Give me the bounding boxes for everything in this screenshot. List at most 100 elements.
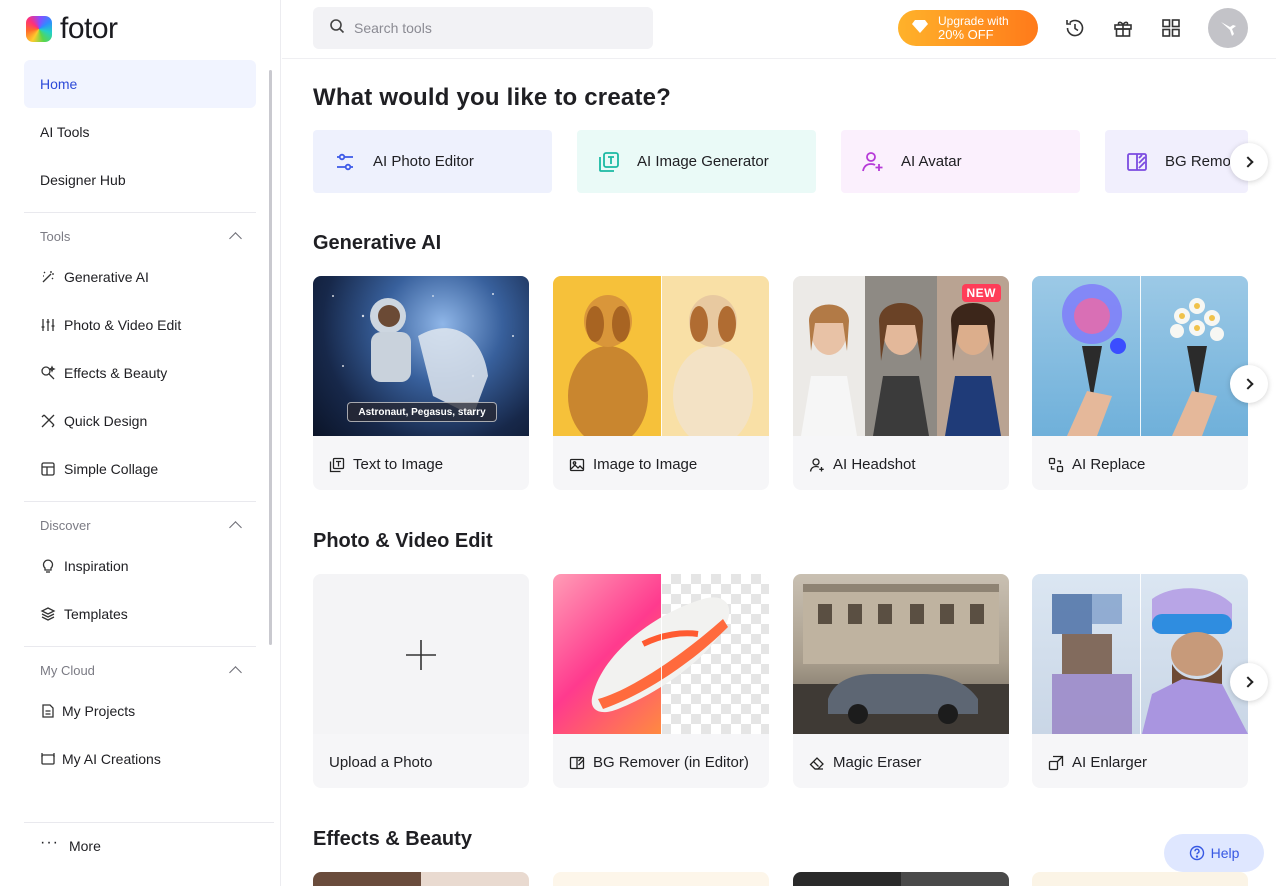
cloud-section-title: My Cloud — [40, 663, 95, 678]
diamond-icon — [912, 19, 928, 38]
generative-ai-next-button[interactable] — [1230, 365, 1268, 403]
card-label-text: BG Remover (in Editor) — [593, 754, 749, 771]
sparkle-icon — [40, 365, 56, 381]
sidebar-item-my-ai-creations[interactable]: My AI Creations — [40, 749, 161, 769]
chevron-up-icon[interactable] — [229, 521, 242, 534]
sidebar-item-label: Quick Design — [64, 413, 148, 429]
search-input[interactable] — [354, 20, 634, 36]
logo[interactable]: fotor — [26, 14, 118, 44]
chevron-up-icon[interactable] — [229, 666, 242, 679]
replace-icon — [1048, 457, 1064, 473]
card-label-text: Upload a Photo — [329, 754, 433, 771]
nav-home[interactable]: Home — [24, 60, 256, 108]
chevron-right-icon — [1241, 156, 1254, 168]
collage-icon — [40, 461, 56, 477]
section-title-photo-video-edit: Photo & Video Edit — [313, 530, 493, 552]
quick-ai-avatar[interactable]: AI Avatar — [841, 130, 1080, 193]
sidebar-item-templates[interactable]: Templates — [40, 604, 128, 624]
nav-ai-tools-label: AI Tools — [40, 124, 90, 140]
cloud-section-header[interactable]: My Cloud — [40, 663, 242, 679]
prompt-tag: Astronaut, Pegasus, starry — [347, 402, 497, 422]
card-label: AI Enlarger — [1048, 754, 1238, 771]
sidebar-item-label: Simple Collage — [64, 461, 159, 477]
card-preview[interactable] — [793, 872, 1009, 886]
sidebar-item-label: Effects & Beauty — [64, 365, 168, 381]
card-label-text: AI Headshot — [833, 456, 916, 473]
card-text-to-image[interactable]: Astronaut, Pegasus, starry Text to Image — [313, 276, 529, 490]
card-preview[interactable] — [1032, 872, 1248, 886]
sidebar-item-label: Photo & Video Edit — [64, 317, 182, 333]
card-preview[interactable] — [313, 872, 529, 886]
card-label: BG Remover (in Editor) — [569, 754, 759, 771]
quick-ai-image-generator[interactable]: AI Image Generator — [577, 130, 816, 193]
split-divider — [1140, 276, 1141, 436]
nav-designer-hub-label: Designer Hub — [40, 172, 126, 188]
new-badge: NEW — [961, 284, 1001, 302]
card-ai-headshot[interactable]: NEW AI Headshot — [793, 276, 1009, 490]
discover-section-header[interactable]: Discover — [40, 518, 242, 534]
page-title: What would you like to create? — [313, 84, 672, 111]
chevron-up-icon[interactable] — [229, 232, 242, 245]
search-bar[interactable] — [313, 7, 653, 49]
image-icon — [569, 457, 585, 473]
sidebar-item-quick-design[interactable]: Quick Design — [40, 411, 147, 431]
upgrade-button[interactable]: Upgrade with 20% OFF — [898, 10, 1038, 46]
sidebar-scrollbar[interactable] — [269, 70, 272, 645]
sidebar-item-label: My AI Creations — [62, 751, 161, 767]
apps-grid-icon[interactable] — [1160, 17, 1182, 39]
upgrade-line2: 20% OFF — [938, 27, 994, 42]
sidebar-item-photo-video-edit[interactable]: Photo & Video Edit — [40, 315, 181, 335]
photo-video-next-button[interactable] — [1230, 663, 1268, 701]
bg-remover-icon — [569, 755, 585, 771]
card-label-text: Text to Image — [353, 456, 444, 473]
card-label: AI Headshot — [809, 456, 999, 473]
vintage-car-image — [793, 574, 1009, 734]
card-label-text: AI Enlarger — [1072, 754, 1148, 771]
more-button[interactable]: ··· More — [40, 834, 101, 854]
help-label: Help — [1210, 845, 1240, 861]
discover-section-title: Discover — [40, 518, 91, 533]
nav-ai-tools[interactable]: AI Tools — [24, 108, 256, 156]
sidebar-item-simple-collage[interactable]: Simple Collage — [40, 459, 158, 479]
section-title-generative-ai: Generative AI — [313, 232, 442, 254]
sidebar-item-effects-beauty[interactable]: Effects & Beauty — [40, 363, 167, 383]
card-image-to-image[interactable]: Image to Image — [553, 276, 769, 490]
image-generator-icon — [597, 150, 621, 174]
card-magic-eraser[interactable]: Magic Eraser — [793, 574, 1009, 788]
sidebar-item-inspiration[interactable]: Inspiration — [40, 556, 129, 576]
card-label-text: Magic Eraser — [833, 754, 922, 771]
tools-section-title: Tools — [40, 229, 71, 244]
history-icon[interactable] — [1064, 17, 1086, 39]
upgrade-line1: Upgrade with — [938, 14, 1009, 28]
tools-section-header[interactable]: Tools — [40, 229, 242, 245]
bg-remover-icon — [1125, 150, 1149, 174]
nav-designer-hub[interactable]: Designer Hub — [24, 156, 256, 204]
eraser-icon — [809, 755, 825, 771]
document-icon — [40, 703, 56, 719]
add-user-icon — [861, 150, 885, 174]
card-upload-photo[interactable]: Upload a Photo — [313, 574, 529, 788]
more-label: More — [68, 838, 101, 854]
card-preview[interactable] — [553, 872, 769, 886]
gift-icon[interactable] — [1112, 17, 1134, 39]
card-bg-remover[interactable]: BG Remover (in Editor) — [553, 574, 769, 788]
divider — [24, 822, 274, 823]
primary-nav: Home AI Tools Designer Hub — [24, 60, 256, 204]
card-ai-replace[interactable]: AI Replace — [1032, 276, 1248, 490]
help-button[interactable]: Help — [1164, 834, 1264, 872]
sidebar-item-generative-ai[interactable]: Generative AI — [40, 267, 149, 287]
quick-actions-next-button[interactable] — [1230, 143, 1268, 181]
card-ai-enlarger[interactable]: AI Enlarger — [1032, 574, 1248, 788]
quick-action-label: AI Photo Editor — [373, 153, 474, 170]
quick-ai-photo-editor[interactable]: AI Photo Editor — [313, 130, 552, 193]
sidebar-item-my-projects[interactable]: My Projects — [40, 701, 135, 721]
quick-action-label: AI Image Generator — [637, 153, 769, 170]
astronaut-pegasus-image: Astronaut, Pegasus, starry — [313, 276, 529, 436]
fotor-logo-icon — [26, 16, 52, 42]
quick-bg-remover[interactable]: BG Remover — [1105, 130, 1248, 193]
avatar[interactable] — [1208, 8, 1248, 48]
magic-wand-icon — [40, 269, 56, 285]
logo-text: fotor — [60, 12, 118, 45]
card-label: Image to Image — [569, 456, 759, 473]
plus-icon — [406, 640, 436, 670]
